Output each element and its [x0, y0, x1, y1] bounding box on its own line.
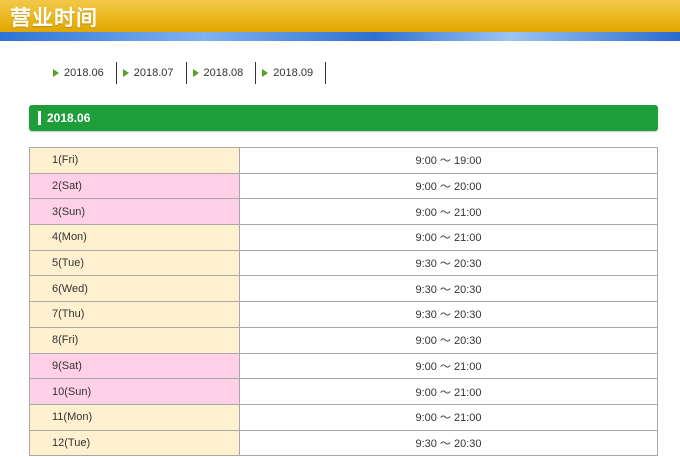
table-row: 11(Mon) 9:00 ～ 21:00: [29, 403, 658, 431]
hours-cell: 9:00 ～ 21:00: [239, 378, 658, 405]
table-row: 8(Fri) 9:00 ～ 20:30: [29, 326, 658, 354]
hours-cell: 9:30 ～ 20:30: [239, 301, 658, 328]
month-section-header: 2018.06: [29, 105, 658, 131]
page-header: 营业时间: [0, 0, 680, 41]
hours-cell: 9:00 ～ 21:00: [239, 403, 658, 431]
header-decorative-band: [0, 32, 680, 41]
day-cell: 5(Tue): [29, 249, 240, 277]
day-cell: 9(Sat): [29, 352, 240, 380]
month-link-label: 2018.06: [64, 67, 104, 79]
table-row: 9(Sat) 9:00 ～ 21:00: [29, 352, 658, 380]
month-link-label: 2018.08: [203, 67, 244, 79]
table-row: 6(Wed) 9:30 ～ 20:30: [29, 275, 658, 303]
day-cell: 1(Fri): [29, 147, 240, 174]
month-link-2018-09[interactable]: 2018.09: [256, 62, 327, 84]
day-cell: 12(Tue): [29, 429, 240, 457]
hours-cell: 9:00 ～ 20:00: [239, 172, 658, 200]
day-cell: 8(Fri): [29, 326, 240, 354]
month-link-2018-07[interactable]: 2018.07: [117, 62, 187, 84]
day-cell: 7(Thu): [29, 301, 240, 328]
hours-cell: 9:30 ～ 20:30: [239, 249, 658, 277]
table-row: 2(Sat) 9:00 ～ 20:00: [29, 172, 658, 200]
triangle-right-icon: [53, 69, 59, 77]
hours-cell: 9:00 ～ 20:30: [239, 326, 658, 354]
table-row: 5(Tue) 9:30 ～ 20:30: [29, 249, 658, 277]
month-link-label: 2018.07: [133, 67, 174, 79]
table-row: 12(Tue) 9:30 ～ 20:30: [29, 429, 658, 457]
hours-cell: 9:30 ～ 20:30: [239, 275, 658, 303]
hours-cell: 9:00 ～ 21:00: [239, 198, 658, 226]
hours-cell: 9:30 ～ 20:30: [239, 429, 658, 457]
table-row: 1(Fri) 9:00 ～ 19:00: [29, 147, 658, 174]
table-row: 7(Thu) 9:30 ～ 20:30: [29, 301, 658, 328]
bar-marker-icon: [38, 111, 41, 125]
hours-table: 1(Fri) 9:00 ～ 19:00 2(Sat) 9:00 ～ 20:00 3(Su…: [29, 147, 658, 457]
triangle-right-icon: [122, 69, 129, 77]
hours-cell: 9:00 ～ 19:00: [239, 147, 658, 174]
day-cell: 4(Mon): [29, 224, 240, 251]
page-title: 营业时间: [10, 6, 98, 30]
table-row: 4(Mon) 9:00 ～ 21:00: [29, 224, 658, 251]
month-link-2018-06[interactable]: 2018.06: [47, 62, 117, 84]
table-row: 3(Sun) 9:00 ～ 21:00: [29, 198, 658, 226]
day-cell: 2(Sat): [29, 172, 240, 200]
triangle-right-icon: [262, 69, 269, 77]
triangle-right-icon: [192, 69, 199, 77]
hours-cell: 9:00 ～ 21:00: [239, 352, 658, 380]
month-link-2018-08[interactable]: 2018.08: [187, 62, 257, 84]
day-cell: 10(Sun): [29, 378, 240, 405]
month-link-label: 2018.09: [273, 67, 314, 79]
day-cell: 3(Sun): [29, 198, 240, 226]
month-nav: 2018.06 2018.07 2018.08 2018.09: [47, 62, 327, 84]
hours-cell: 9:00 ～ 21:00: [239, 224, 658, 251]
table-row: 10(Sun) 9:00 ～ 21:00: [29, 378, 658, 405]
month-section-label: 2018.06: [47, 111, 91, 125]
day-cell: 11(Mon): [29, 403, 240, 431]
day-cell: 6(Wed): [29, 275, 240, 303]
